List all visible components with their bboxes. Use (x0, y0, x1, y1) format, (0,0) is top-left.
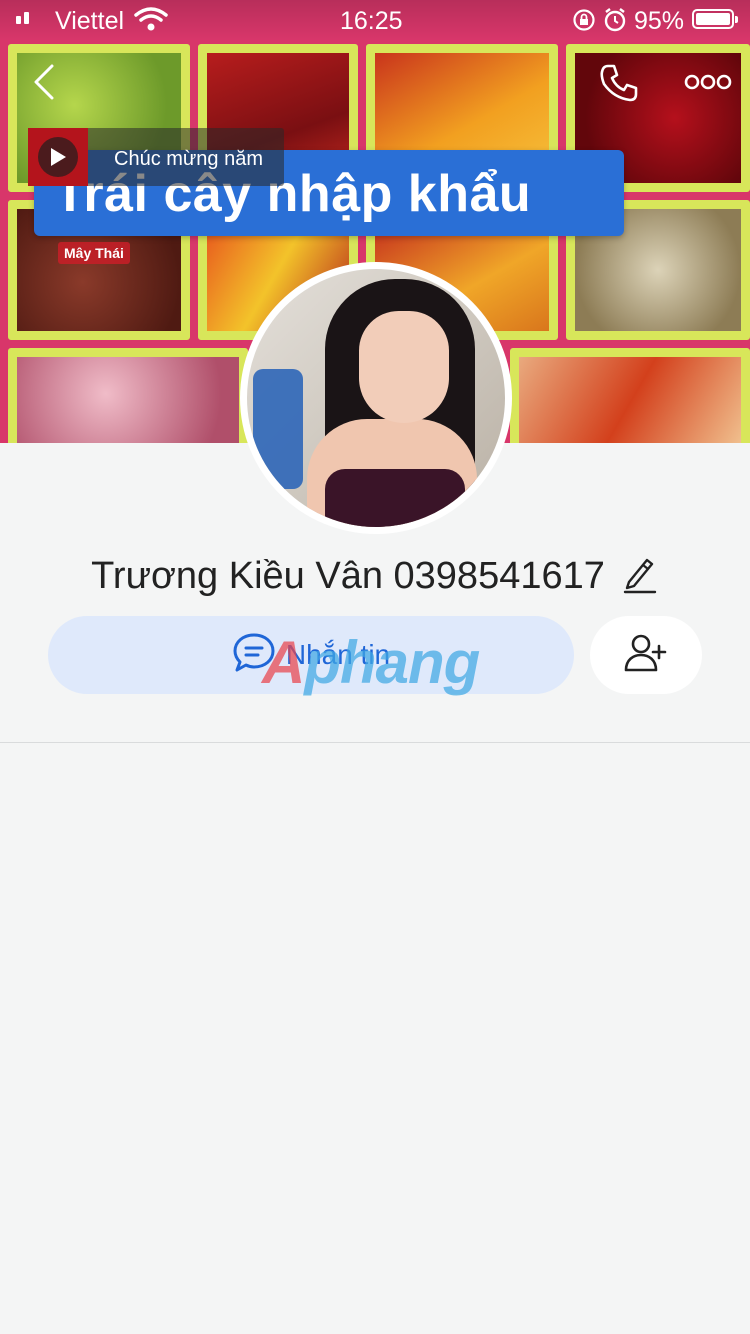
battery-icon (692, 9, 738, 29)
back-button[interactable] (24, 62, 64, 106)
alarm-icon (603, 7, 627, 40)
cover-tile (8, 348, 248, 443)
avatar-photo (247, 269, 505, 527)
profile-name-row: Trương Kiều Vân 0398541617 (0, 548, 750, 604)
battery-percent: 95% (634, 7, 685, 35)
message-button[interactable]: Nhắn tin (48, 616, 574, 694)
message-button-label: Nhắn tin (285, 639, 391, 670)
divider (0, 742, 750, 743)
add-friend-button[interactable] (590, 616, 702, 694)
signal-icon (16, 12, 29, 24)
status-bar: Viettel 16:25 95% (0, 0, 750, 40)
profile-name: Trương Kiều Vân 0398541617 (91, 554, 605, 597)
play-icon (38, 137, 78, 177)
more-dots-icon (684, 73, 732, 96)
cover-mini-label: Mây Thái (58, 242, 130, 264)
chat-bubble-icon (232, 632, 276, 679)
wifi-icon (134, 6, 168, 39)
video-chip[interactable]: Chúc mừng năm (28, 128, 284, 186)
video-thumbnail (28, 128, 88, 186)
avatar[interactable] (240, 262, 512, 534)
pencil-icon (621, 554, 657, 599)
call-button[interactable] (596, 62, 642, 108)
phone-icon (598, 62, 640, 109)
add-user-icon (623, 632, 669, 679)
orientation-lock-icon (572, 8, 596, 39)
clock: 16:25 (340, 7, 403, 35)
edit-name-button[interactable] (619, 556, 659, 596)
chevron-left-icon (33, 64, 55, 105)
carrier-label: Viettel (55, 7, 125, 35)
cover-tile (510, 348, 750, 443)
video-caption: Chúc mừng năm (114, 148, 264, 170)
more-button[interactable] (680, 66, 736, 102)
